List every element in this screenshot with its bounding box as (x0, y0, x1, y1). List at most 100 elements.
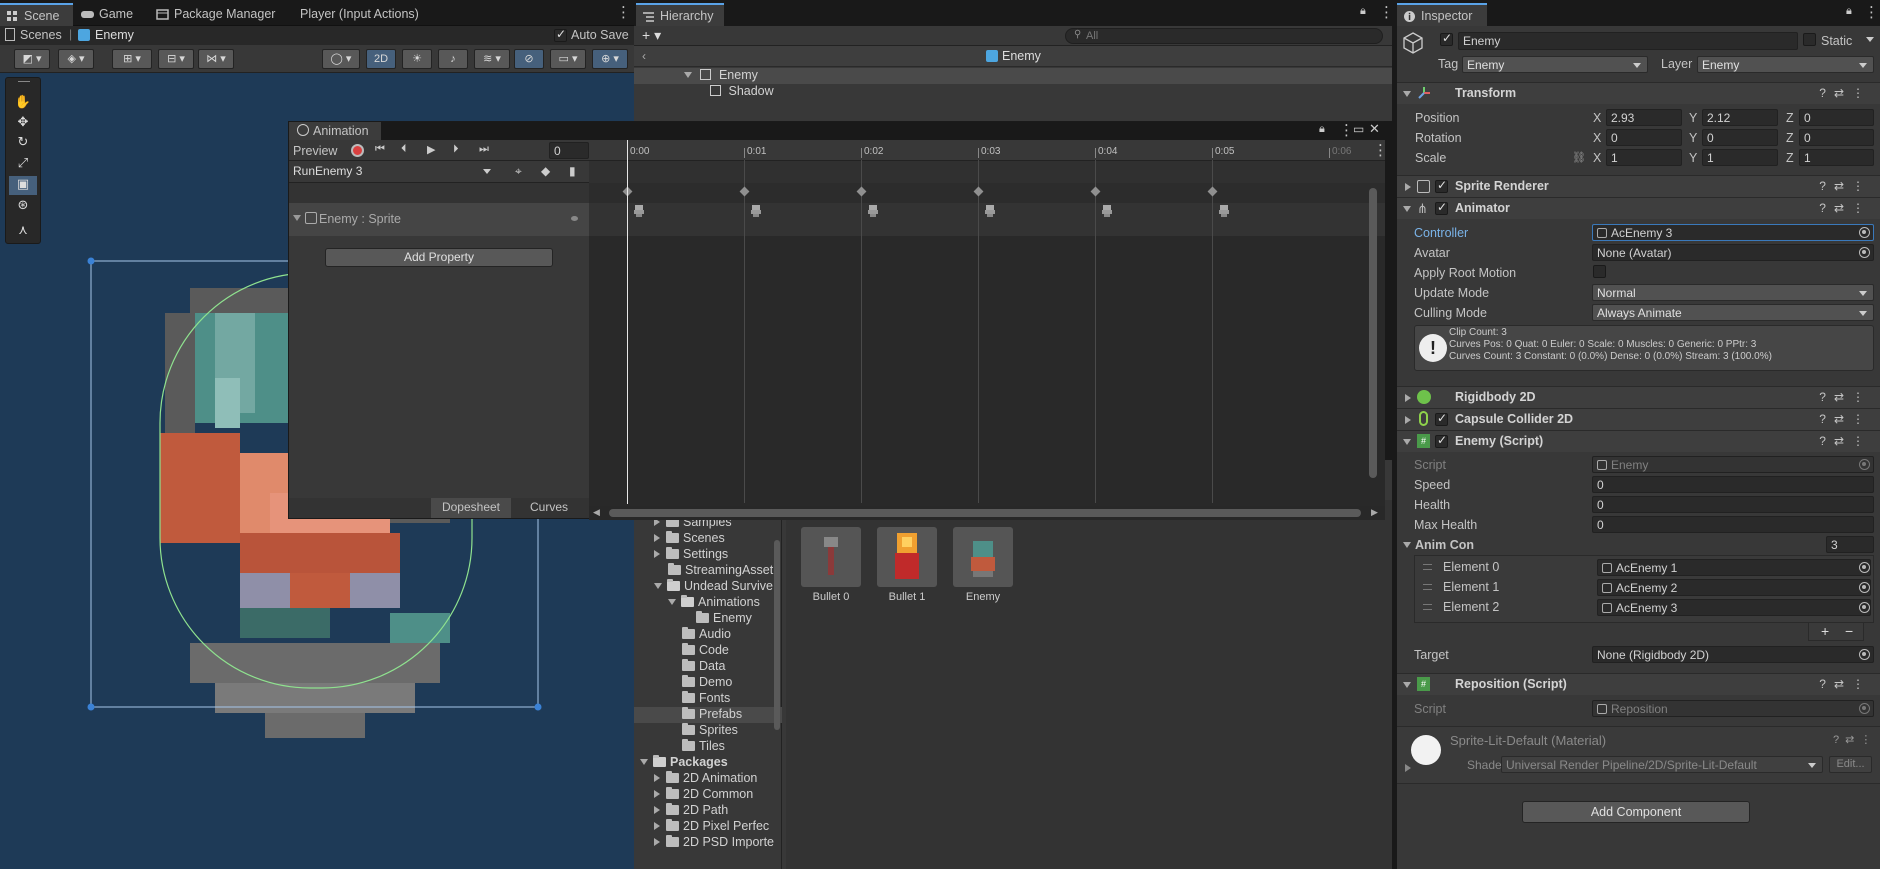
folder-item[interactable]: Prefabs (634, 707, 782, 723)
folder-item[interactable]: 2D Pixel Perfec (634, 819, 782, 835)
folder-item[interactable]: Code (634, 643, 782, 659)
sprite-keyframe-icon[interactable] (866, 204, 880, 218)
folder-item[interactable]: Settings (634, 547, 782, 563)
animator-enabled[interactable] (1435, 200, 1448, 215)
transform-tool-icon[interactable]: ⊛ (9, 197, 37, 216)
expand-arrow-icon[interactable] (1403, 682, 1411, 688)
rect-tool-icon[interactable]: ▣ (9, 176, 37, 195)
folder-item[interactable]: Audio (634, 627, 782, 643)
collapse-arrow-icon[interactable] (654, 822, 660, 830)
expand-arrow-icon[interactable] (293, 215, 301, 221)
sprite-keyframe-icon[interactable] (1100, 204, 1114, 218)
object-picker-icon[interactable] (1859, 582, 1870, 593)
timeline[interactable]: ◀ ▶ (589, 140, 1385, 520)
object-picker-icon[interactable] (1859, 649, 1870, 660)
collapse-arrow-icon[interactable] (654, 806, 660, 814)
scale-y-field[interactable]: 1 (1702, 149, 1778, 166)
record-icon[interactable] (351, 144, 364, 157)
orientation-dropdown[interactable]: ◯ ▾ (322, 49, 360, 69)
component-header-icons[interactable]: ?⇄⋮ (1819, 434, 1872, 448)
add-keyframe-icon[interactable]: ◆ (541, 164, 550, 178)
visibility-toggle[interactable]: ⊘ (514, 49, 544, 69)
active-checkbox[interactable] (1440, 31, 1453, 46)
element-field[interactable]: AcEnemy 1 (1597, 559, 1871, 576)
auto-save-checkbox[interactable] (554, 27, 567, 42)
hierarchy-item-enemy[interactable]: Enemy (634, 68, 1392, 84)
add-property-button[interactable]: Add Property (325, 248, 553, 267)
expand-arrow-icon[interactable] (654, 583, 662, 589)
add-event-icon[interactable]: ▮ (569, 164, 576, 178)
tab-inspector[interactable]: Inspector (1397, 3, 1487, 26)
sprite-renderer-header[interactable]: Sprite Renderer ?⇄⋮ (1397, 175, 1880, 197)
folder-tree-scrollbar[interactable] (774, 540, 780, 730)
folder-item[interactable]: Sprites (634, 723, 782, 739)
layer-dropdown[interactable]: Enemy (1697, 56, 1874, 73)
shader-edit-button[interactable]: Edit... (1829, 756, 1872, 773)
tab-player-input[interactable]: Player (Input Actions) (292, 3, 427, 26)
custom-tool-icon[interactable]: ⋏ (9, 222, 37, 241)
maximize-icon[interactable]: ▭ (1353, 122, 1364, 136)
next-keyframe-icon[interactable]: ⏵ (453, 143, 459, 156)
element-field[interactable]: AcEnemy 3 (1597, 599, 1871, 616)
collapse-arrow-icon[interactable] (654, 550, 660, 558)
tab-game[interactable]: Game (75, 3, 141, 26)
play-icon[interactable]: ▶ (427, 143, 435, 156)
hierarchy-menu-icon[interactable] (1379, 6, 1383, 20)
anim-menu-icon[interactable] (1339, 124, 1343, 138)
asset-bullet-1[interactable] (877, 527, 937, 587)
collapse-arrow-icon[interactable] (1405, 416, 1411, 424)
health-field[interactable]: 0 (1592, 496, 1874, 513)
drag-handle-icon[interactable] (1423, 604, 1432, 610)
increment-dropdown[interactable]: ⋈ ▾ (198, 49, 234, 69)
last-keyframe-icon[interactable]: ⏭ (479, 143, 489, 156)
object-picker-icon[interactable] (1859, 227, 1870, 238)
folder-item[interactable]: Tiles (634, 739, 782, 755)
events-row[interactable] (589, 161, 1385, 183)
folder-item[interactable]: Packages (634, 755, 782, 771)
capsule-collider-enabled[interactable] (1435, 411, 1448, 426)
anim-con-size-field[interactable]: 3 (1826, 536, 1874, 553)
rotation-x-field[interactable]: 0 (1606, 129, 1682, 146)
inspector-lock-icon[interactable]: 🔒︎ (1846, 5, 1852, 18)
asset-bullet-0[interactable] (801, 527, 861, 587)
clip-dropdown[interactable]: RunEnemy 3 (291, 163, 493, 180)
shading-dropdown[interactable]: ◈ ▾ (58, 49, 94, 69)
tab-scene[interactable]: Scene (0, 3, 73, 26)
avatar-field[interactable]: None (Avatar) (1592, 244, 1874, 261)
folder-item[interactable]: Data (634, 659, 782, 675)
controller-field[interactable]: AcEnemy 3 (1592, 224, 1874, 241)
speed-field[interactable]: 0 (1592, 476, 1874, 493)
rigidbody-header[interactable]: Rigidbody 2D ?⇄⋮ (1397, 386, 1880, 408)
close-icon[interactable]: ✕ (1369, 121, 1380, 137)
hierarchy-item-shadow[interactable]: Shadow (634, 84, 1392, 100)
sprite-keyframe-icon[interactable] (749, 204, 763, 218)
dopesheet-tab[interactable]: Dopesheet (431, 498, 511, 518)
constrain-proportions-icon[interactable]: ⛓ (1572, 151, 1586, 164)
max-health-field[interactable]: 0 (1592, 516, 1874, 533)
material-header-icons[interactable]: ?⇄⋮ (1833, 733, 1877, 746)
position-z-field[interactable]: 0 (1799, 109, 1874, 126)
expand-arrow-icon[interactable] (668, 599, 676, 605)
component-header-icons[interactable]: ?⇄⋮ (1819, 412, 1872, 426)
folder-item[interactable]: Demo (634, 675, 782, 691)
preview-toggle[interactable]: Preview (293, 144, 337, 158)
component-header-icons[interactable]: ?⇄⋮ (1819, 86, 1872, 100)
hand-tool-icon[interactable]: ✋ (9, 94, 37, 113)
prev-keyframe-icon[interactable]: ⏴ (401, 143, 407, 156)
expand-arrow-icon[interactable] (1403, 206, 1411, 212)
draw-mode-dropdown[interactable]: ◩ ▾ (14, 49, 50, 69)
tab-hierarchy[interactable]: Hierarchy (636, 3, 724, 26)
collapse-arrow-icon[interactable] (654, 534, 660, 542)
object-picker-icon[interactable] (1859, 247, 1870, 258)
anim-lock-icon[interactable]: 🔒︎ (1319, 123, 1325, 136)
snap-dropdown[interactable]: ⊟ ▾ (158, 49, 194, 69)
sprite-renderer-enabled[interactable] (1435, 178, 1448, 193)
curves-tab[interactable]: Curves (511, 498, 587, 518)
capsule-collider-header[interactable]: Capsule Collider 2D ?⇄⋮ (1397, 408, 1880, 430)
expand-arrow-icon[interactable] (1403, 91, 1411, 97)
collapse-arrow-icon[interactable] (1405, 394, 1411, 402)
move-tool-icon[interactable]: ✥ (9, 114, 37, 133)
expand-arrow-icon[interactable] (1403, 439, 1411, 445)
expand-arrow-icon[interactable] (640, 759, 648, 765)
folder-item[interactable]: 2D Common (634, 787, 782, 803)
